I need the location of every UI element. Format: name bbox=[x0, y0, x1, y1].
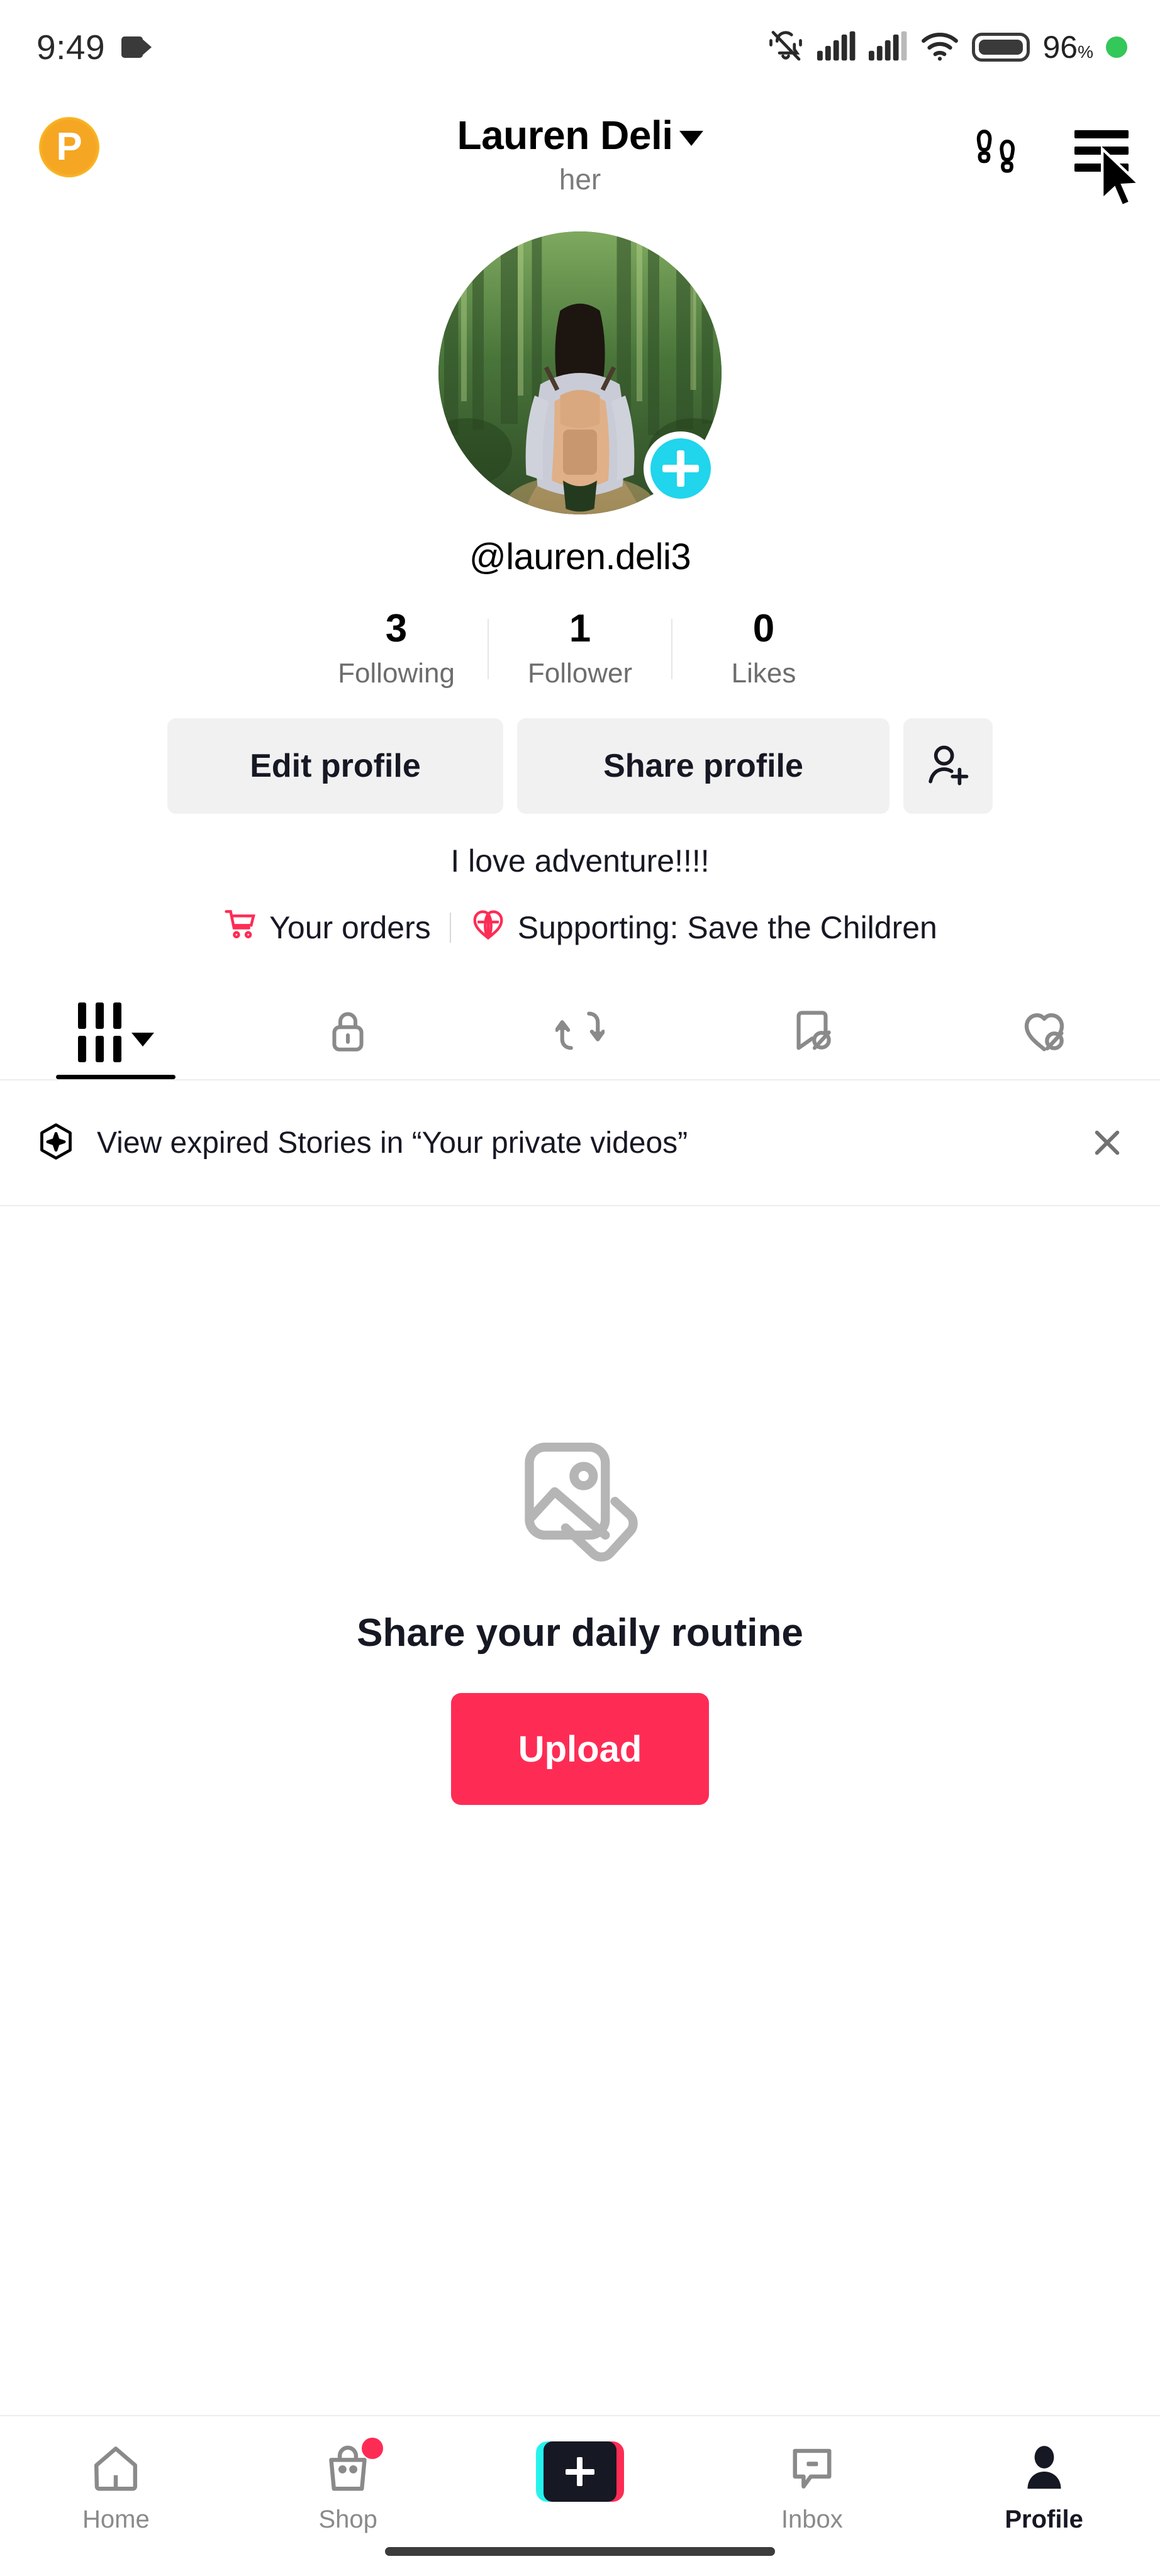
nav-shop-label: Shop bbox=[318, 2506, 377, 2533]
points-badge-letter: P bbox=[56, 125, 82, 169]
header-title-group: Lauren Deli her bbox=[457, 112, 703, 196]
nav-create[interactable] bbox=[464, 2441, 696, 2502]
supporting-label: Supporting: Save the Children bbox=[517, 910, 937, 946]
tab-posts[interactable] bbox=[0, 985, 232, 1080]
profile-header: P Lauren Deli her bbox=[0, 94, 1160, 214]
story-sparkle-icon bbox=[35, 1121, 77, 1165]
page-title: Lauren Deli bbox=[457, 113, 673, 158]
tab-private[interactable] bbox=[232, 985, 464, 1079]
close-icon[interactable] bbox=[1090, 1125, 1125, 1160]
shop-notification-badge bbox=[362, 2438, 384, 2459]
green-dot-icon bbox=[1106, 36, 1127, 58]
profile-actions: Edit profile Share profile bbox=[0, 718, 1160, 814]
heart-hidden-icon bbox=[1019, 1006, 1069, 1059]
empty-state-title: Share your daily routine bbox=[357, 1611, 803, 1655]
status-bar-left: 9:49 bbox=[36, 27, 152, 67]
chevron-down-icon bbox=[679, 131, 703, 146]
follower-count: 1 bbox=[569, 607, 591, 650]
tiktok-profile-screen: 9:49 96% P Lauren Deli her @lauren.deli3… bbox=[0, 0, 1160, 2576]
home-icon bbox=[94, 2446, 138, 2491]
following-label: Following bbox=[338, 658, 455, 689]
status-bar: 9:49 96% bbox=[0, 0, 1160, 94]
supporting-link[interactable]: Supporting: Save the Children bbox=[470, 906, 937, 950]
profile-bio[interactable]: I love adventure!!!! bbox=[0, 843, 1160, 879]
create-plus-icon bbox=[535, 2441, 624, 2502]
lock-icon bbox=[324, 1007, 372, 1058]
nav-profile[interactable]: Profile bbox=[928, 2441, 1160, 2534]
hamburger-menu-icon[interactable] bbox=[1074, 130, 1142, 208]
header-actions bbox=[973, 122, 1142, 208]
video-camera-icon bbox=[121, 36, 152, 58]
repost-arrows-icon bbox=[554, 1006, 606, 1058]
stat-followers[interactable]: 1 Follower bbox=[489, 608, 671, 689]
tab-liked[interactable] bbox=[928, 985, 1160, 1079]
edit-profile-button[interactable]: Edit profile bbox=[167, 718, 503, 814]
follower-label: Follower bbox=[527, 658, 633, 689]
inbox-message-icon bbox=[793, 2448, 832, 2489]
your-orders-label: Your orders bbox=[269, 910, 431, 946]
signal-bars-icon bbox=[869, 31, 908, 64]
nav-home-label: Home bbox=[82, 2506, 150, 2533]
nav-inbox-label: Inbox bbox=[781, 2506, 843, 2533]
battery-percent: 96% bbox=[1042, 30, 1093, 65]
signal-bars-icon bbox=[817, 31, 856, 64]
expired-stories-banner[interactable]: View expired Stories in “Your private vi… bbox=[0, 1080, 1160, 1207]
your-orders-link[interactable]: Your orders bbox=[223, 906, 431, 949]
grid-posts-icon bbox=[77, 1002, 154, 1062]
upload-button[interactable]: Upload bbox=[451, 1693, 709, 1806]
add-friends-button[interactable] bbox=[903, 718, 993, 814]
status-time: 9:49 bbox=[36, 28, 106, 67]
profile-handle[interactable]: @lauren.deli3 bbox=[0, 536, 1160, 578]
profile-links-row: Your orders Supporting: Save the Childre… bbox=[0, 906, 1160, 950]
nav-home[interactable]: Home bbox=[0, 2441, 232, 2534]
tab-reposts[interactable] bbox=[464, 985, 696, 1079]
stats-row: 3 Following 1 Follower 0 Likes bbox=[0, 608, 1160, 689]
shopping-cart-icon bbox=[223, 906, 258, 949]
avatar-section bbox=[0, 231, 1160, 514]
nav-inbox[interactable]: Inbox bbox=[696, 2441, 928, 2534]
account-switcher[interactable]: Lauren Deli bbox=[457, 112, 703, 158]
status-bar-right: 96% bbox=[767, 27, 1127, 68]
footprints-icon[interactable] bbox=[973, 122, 1027, 179]
nav-shop[interactable]: Shop bbox=[232, 2438, 464, 2534]
person-add-icon bbox=[924, 741, 972, 792]
following-count: 3 bbox=[385, 607, 408, 650]
share-profile-button[interactable]: Share profile bbox=[517, 718, 890, 814]
bookmark-hidden-icon bbox=[788, 1006, 837, 1058]
charity-heart-globe-icon bbox=[470, 906, 506, 950]
mouse-cursor-icon bbox=[1101, 146, 1142, 208]
nav-profile-label: Profile bbox=[1005, 2506, 1083, 2533]
stacked-photos-icon bbox=[508, 1433, 652, 1580]
links-divider bbox=[449, 913, 451, 943]
content-tabs bbox=[0, 985, 1160, 1081]
likes-label: Likes bbox=[731, 658, 796, 689]
chevron-down-icon bbox=[131, 1033, 154, 1047]
points-badge[interactable]: P bbox=[39, 117, 99, 177]
tab-saved[interactable] bbox=[696, 985, 928, 1079]
person-icon bbox=[1027, 2446, 1061, 2489]
pronouns-label: her bbox=[559, 163, 601, 196]
empty-state: Share your daily routine Upload bbox=[0, 1206, 1160, 2415]
battery-icon bbox=[972, 33, 1030, 62]
active-tab-underline bbox=[56, 1075, 176, 1080]
wifi-icon bbox=[920, 30, 959, 65]
gesture-bar bbox=[385, 2547, 775, 2556]
stat-following[interactable]: 3 Following bbox=[305, 608, 488, 689]
bell-muted-icon bbox=[767, 27, 805, 68]
banner-text: View expired Stories in “Your private vi… bbox=[97, 1126, 688, 1160]
stat-likes[interactable]: 0 Likes bbox=[672, 608, 855, 689]
likes-count: 0 bbox=[752, 607, 775, 650]
plus-badge-icon[interactable] bbox=[644, 431, 718, 506]
